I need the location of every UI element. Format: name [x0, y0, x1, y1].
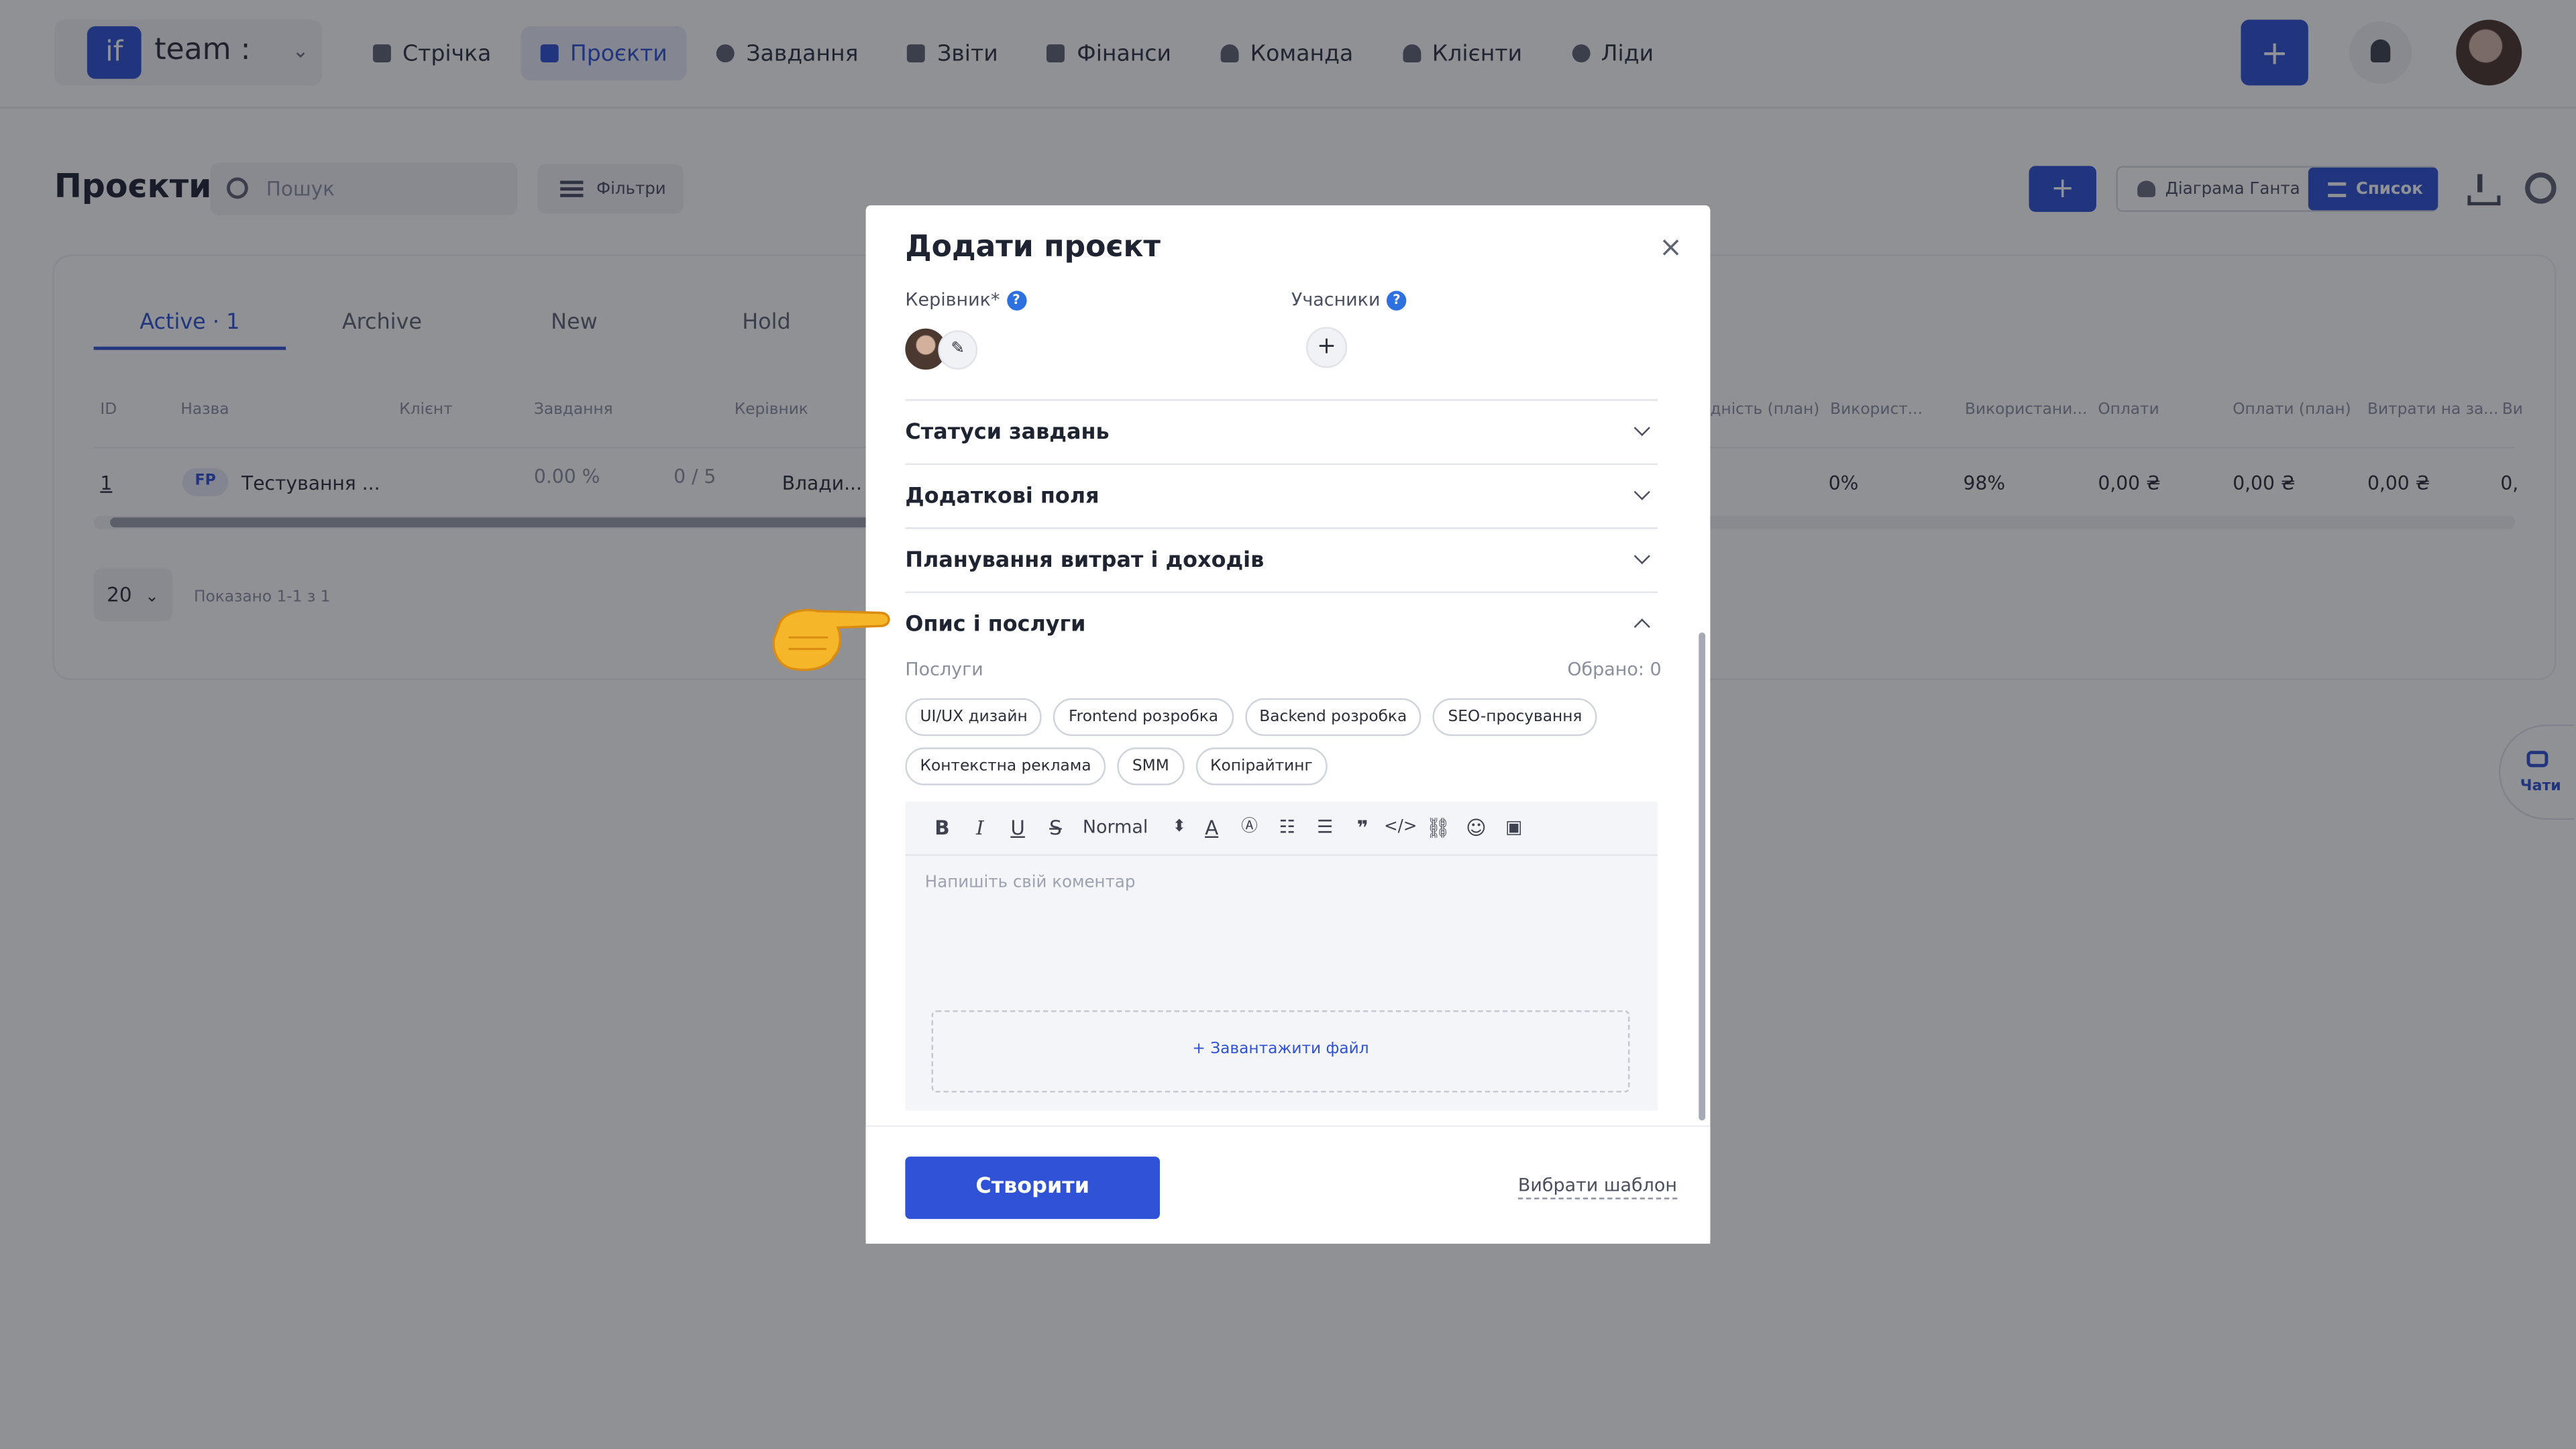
section-title: Статуси завдань — [905, 420, 1110, 445]
link-icon[interactable]: ⛓ — [1419, 812, 1457, 845]
modal-scrollbar[interactable] — [1697, 296, 1707, 1124]
bold-icon[interactable]: B — [923, 812, 961, 845]
chevron-down-icon — [1633, 484, 1650, 500]
pointing-hand-icon — [772, 608, 890, 672]
strikethrough-icon[interactable]: S — [1036, 812, 1074, 845]
services-label: Послуги — [905, 659, 983, 680]
section-title: Опис і послуги — [905, 612, 1086, 638]
service-chip[interactable]: Контекстна реклама — [905, 747, 1106, 786]
help-icon[interactable]: ? — [1387, 290, 1407, 310]
services-count: Обрано: 0 — [1567, 659, 1662, 680]
create-button[interactable]: Створити — [905, 1157, 1160, 1220]
bullet-list-icon[interactable]: ☰ — [1306, 812, 1344, 845]
add-member-button[interactable]: + — [1305, 327, 1348, 368]
service-chip[interactable]: Копірайтинг — [1195, 747, 1328, 786]
members-label: Учасники — [1291, 289, 1381, 311]
manager-field-label: Керівник* ? — [905, 289, 1026, 311]
service-chip[interactable]: Frontend розробка — [1053, 698, 1234, 737]
file-upload-dropzone[interactable]: + Завантажити файл — [931, 1010, 1630, 1093]
manager-label: Керівник* — [905, 289, 1000, 311]
scrollbar-thumb[interactable] — [1699, 632, 1706, 1121]
modal-footer: Створити Вибрати шаблон — [865, 1125, 1711, 1244]
section-task-statuses[interactable]: Статуси завдань — [905, 399, 1658, 464]
chevron-up-icon — [1633, 619, 1650, 635]
image-icon[interactable]: ▣ — [1495, 812, 1533, 845]
members-field-label: Учасники ? — [1291, 289, 1407, 311]
emoji-icon[interactable]: ☺ — [1457, 812, 1495, 845]
section-extra-fields[interactable]: Додаткові поля — [905, 463, 1658, 528]
chevron-down-icon — [1633, 419, 1650, 437]
pencil-icon[interactable]: ✎ — [938, 330, 978, 370]
service-chip[interactable]: UI/UX дизайн — [905, 698, 1042, 737]
choose-template-link[interactable]: Вибрати шаблон — [1517, 1175, 1677, 1199]
service-chip[interactable]: SEO-просування — [1433, 698, 1597, 737]
modal-title: Додати проєкт — [905, 229, 1161, 265]
services-chips: UI/UX дизайн Frontend розробка Backend р… — [905, 698, 1661, 786]
ordered-list-icon[interactable]: ☷ — [1269, 812, 1306, 845]
add-project-modal: Додати проєкт × Керівник* ? Учасники ? ✎… — [865, 205, 1711, 1244]
chevron-down-icon — [1633, 547, 1650, 565]
service-chip[interactable]: Backend розробка — [1244, 698, 1422, 737]
help-icon[interactable]: ? — [1006, 290, 1026, 310]
code-icon[interactable]: </> — [1382, 812, 1419, 845]
service-chip[interactable]: SMM — [1117, 747, 1184, 786]
section-title: Додаткові поля — [905, 484, 1099, 510]
editor-toolbar: B I U S Normal A Ⓐ ☷ ☰ ❞ </> ⛓ ☺ ▣ — [905, 802, 1658, 856]
quote-icon[interactable]: ❞ — [1344, 812, 1381, 845]
text-format-select[interactable]: Normal — [1075, 812, 1189, 845]
comment-input[interactable] — [905, 857, 1658, 1006]
section-budget-planning[interactable]: Планування витрат і доходів — [905, 527, 1658, 592]
underline-icon[interactable]: U — [999, 812, 1036, 845]
close-icon[interactable]: × — [1653, 230, 1689, 266]
text-color-icon[interactable]: A — [1193, 812, 1230, 845]
section-description-services[interactable]: Опис і послуги — [905, 591, 1658, 656]
comment-editor: B I U S Normal A Ⓐ ☷ ☰ ❞ </> ⛓ ☺ ▣ + Зав… — [905, 802, 1658, 1111]
section-title: Планування витрат і доходів — [905, 548, 1265, 574]
highlight-icon[interactable]: Ⓐ — [1230, 812, 1268, 845]
italic-icon[interactable]: I — [961, 812, 999, 845]
app-root: if team : ⌄ Стрічка Проєкти Завдання Зві… — [0, 0, 2576, 1449]
